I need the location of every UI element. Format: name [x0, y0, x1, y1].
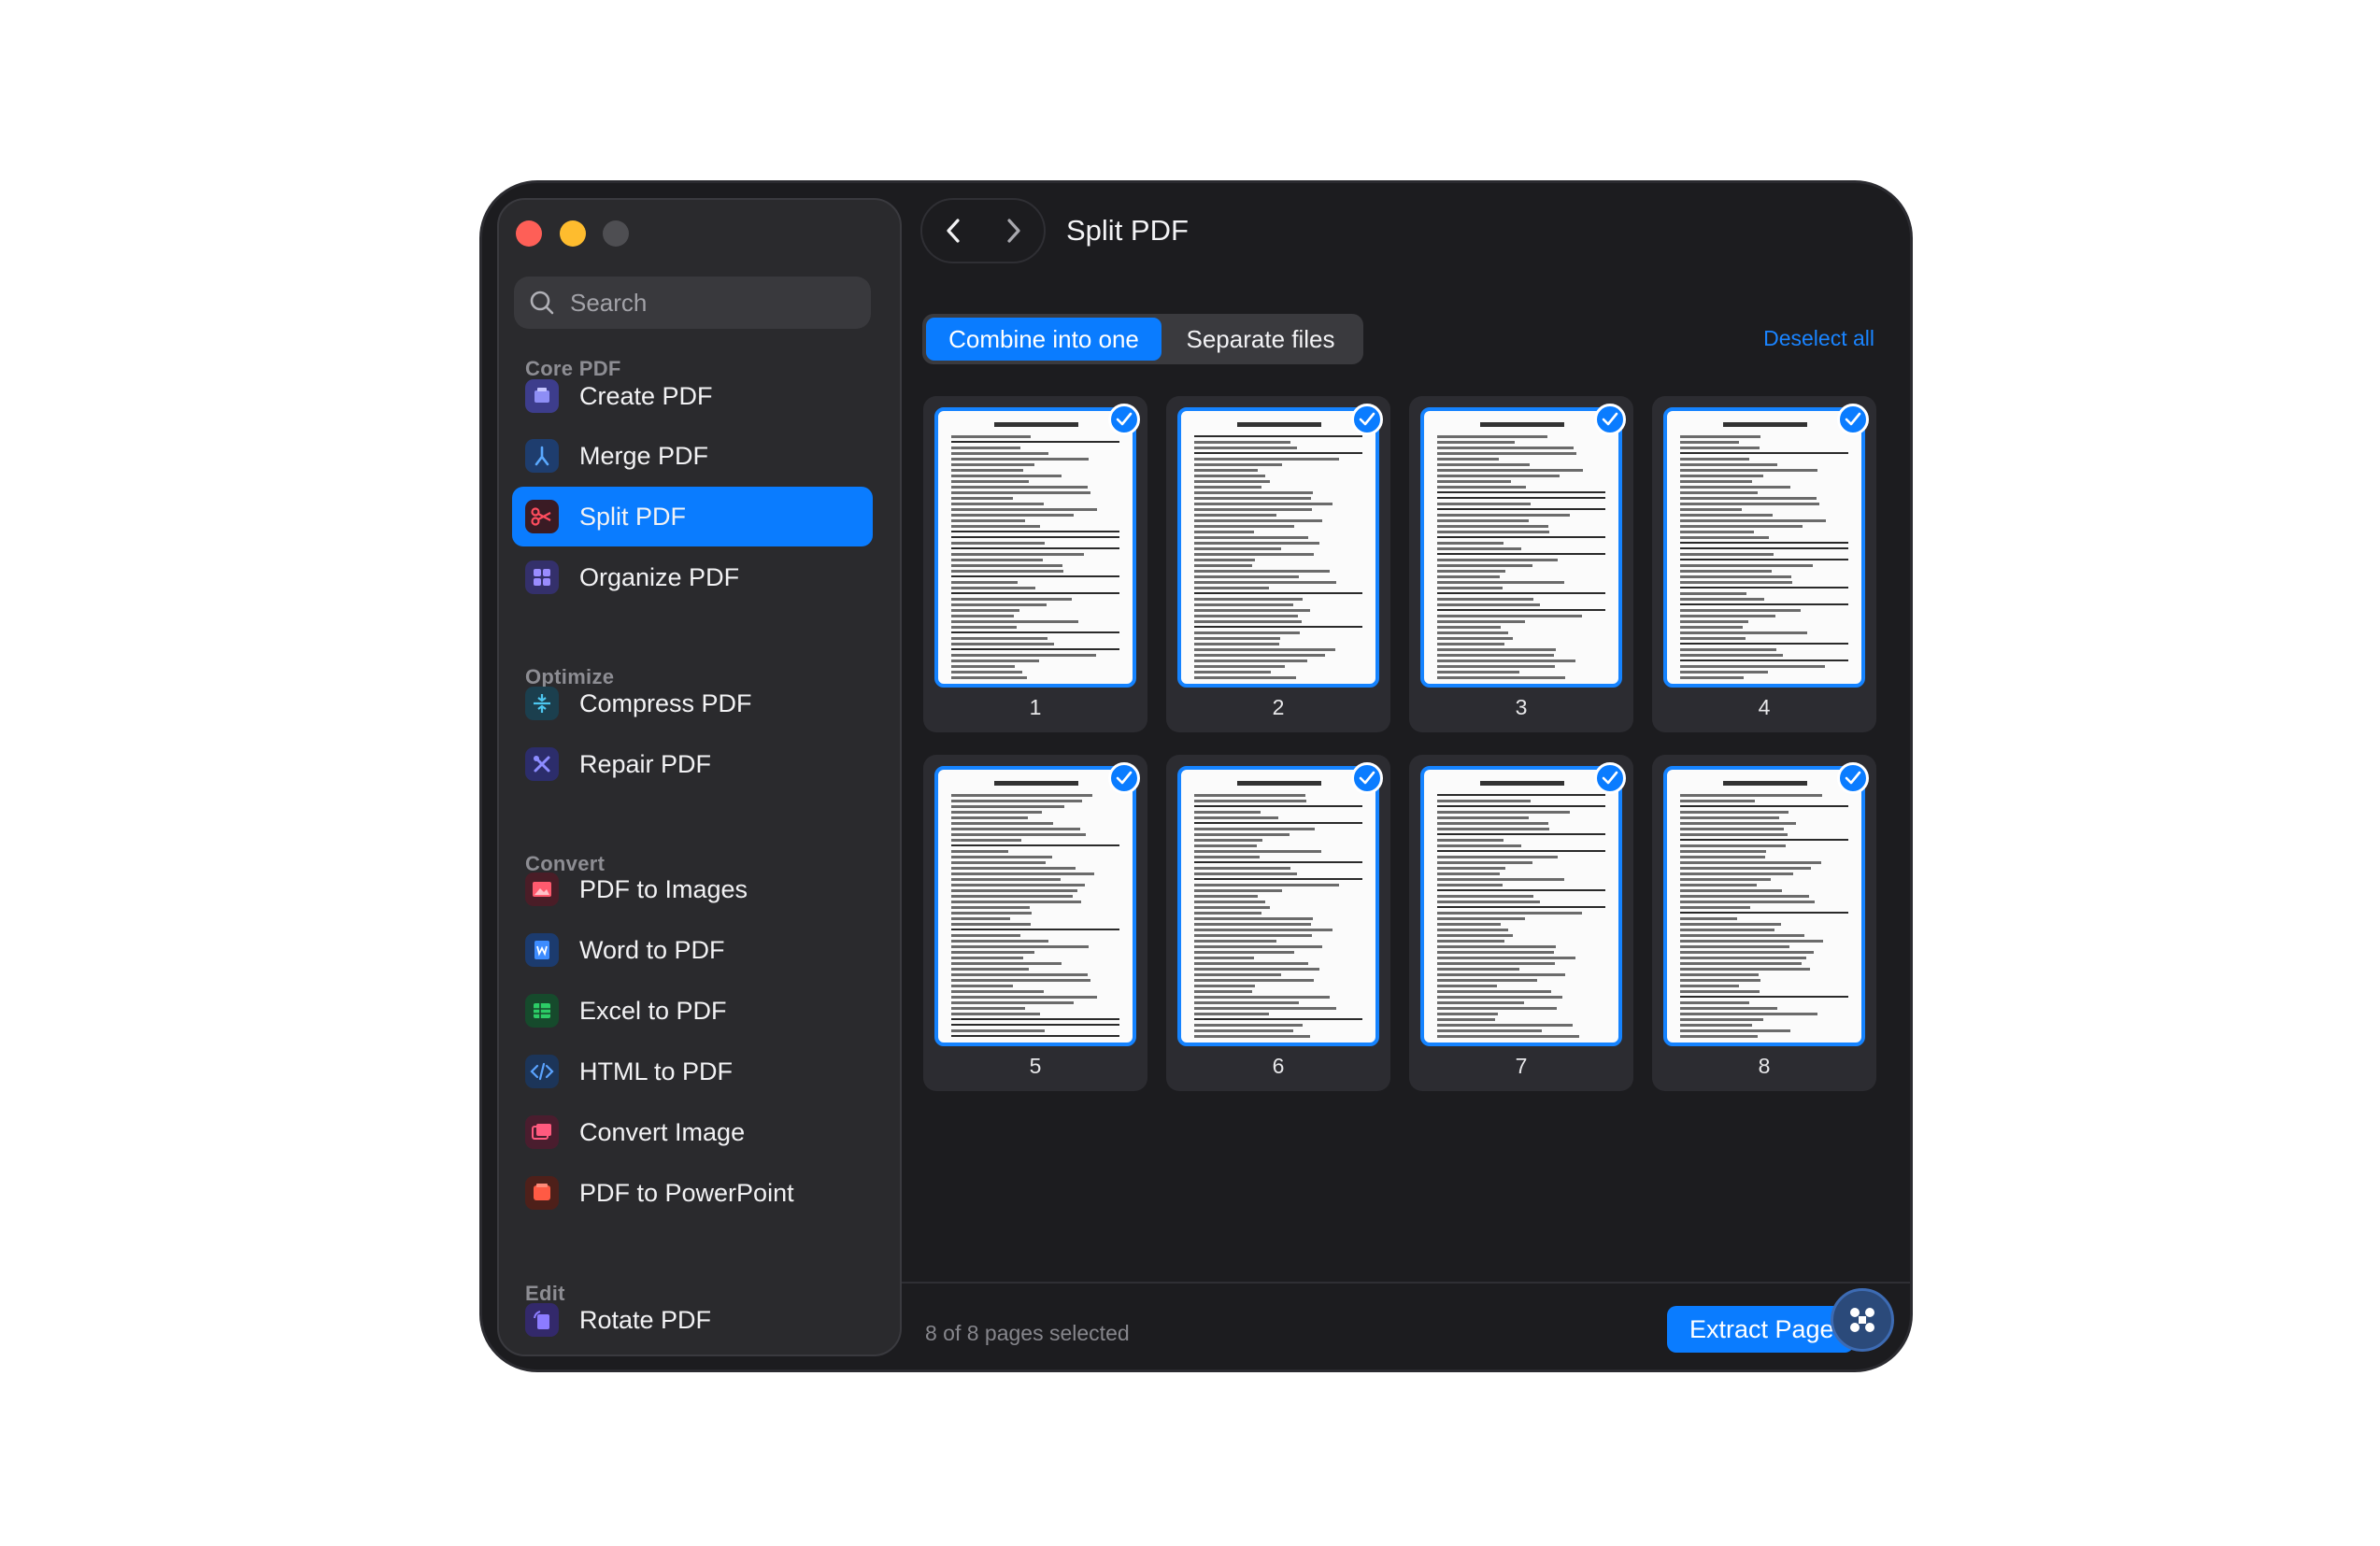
page-number: 2: [1272, 695, 1285, 719]
sidebar-item-label: Word to PDF: [579, 935, 725, 964]
create-pdf-icon: [525, 379, 559, 413]
page-thumbnail[interactable]: 5: [923, 755, 1147, 1091]
page-number: 8: [1758, 1054, 1771, 1078]
page-thumbnail[interactable]: 7: [1409, 755, 1633, 1091]
selected-checkmark-icon[interactable]: [1351, 762, 1383, 794]
page-preview: [1663, 407, 1865, 688]
sidebar: Search Core PDF Create PDF Merge PDF Spl…: [497, 198, 902, 1356]
sidebar-item-label: Organize PDF: [579, 562, 740, 591]
scissors-icon: [525, 500, 559, 533]
footer-divider: [902, 1282, 1910, 1284]
quick-actions-button[interactable]: [1831, 1288, 1894, 1352]
zoom-window-button[interactable]: [603, 220, 629, 247]
navigation-buttons: [920, 198, 1046, 263]
search-input[interactable]: Search: [514, 277, 871, 329]
sidebar-item-html-to-pdf[interactable]: HTML to PDF: [512, 1042, 873, 1101]
sidebar-item-label: Repair PDF: [579, 749, 712, 778]
search-icon: [530, 291, 554, 315]
extract-pages-button[interactable]: Extract Pages: [1667, 1306, 1854, 1353]
selected-checkmark-icon[interactable]: [1351, 404, 1383, 435]
page-number: 6: [1272, 1054, 1285, 1078]
page-number: 1: [1029, 695, 1042, 719]
page-thumbnail[interactable]: 4: [1652, 396, 1876, 732]
page-preview: [1420, 766, 1622, 1046]
convert-image-icon: [525, 1115, 559, 1149]
sidebar-item-organize-pdf[interactable]: Organize PDF: [512, 547, 873, 607]
page-preview: [1177, 407, 1379, 688]
sidebar-item-label: Excel to PDF: [579, 996, 727, 1025]
selected-checkmark-icon[interactable]: [1594, 404, 1626, 435]
code-icon: [525, 1055, 559, 1088]
sidebar-item-repair-pdf[interactable]: Repair PDF: [512, 734, 873, 794]
page-preview: [1663, 766, 1865, 1046]
selected-checkmark-icon[interactable]: [1108, 404, 1140, 435]
page-preview: [934, 766, 1136, 1046]
page-preview: [1177, 766, 1379, 1046]
sidebar-item-rotate-pdf[interactable]: Rotate PDF: [512, 1290, 873, 1350]
sidebar-item-create-pdf[interactable]: Create PDF: [512, 366, 873, 426]
quick-actions-icon: [1850, 1308, 1874, 1332]
sidebar-item-word-to-pdf[interactable]: Word to PDF: [512, 920, 873, 980]
selected-checkmark-icon[interactable]: [1594, 762, 1626, 794]
page-thumbnail[interactable]: 8: [1652, 755, 1876, 1091]
sidebar-item-label: Merge PDF: [579, 441, 709, 470]
page-thumbnail[interactable]: 6: [1166, 755, 1390, 1091]
sidebar-item-convert-image[interactable]: Convert Image: [512, 1102, 873, 1162]
powerpoint-icon: [525, 1176, 559, 1210]
page-number: 3: [1515, 695, 1528, 719]
sidebar-item-label: Split PDF: [579, 502, 687, 531]
image-icon: [525, 872, 559, 906]
selected-checkmark-icon[interactable]: [1108, 762, 1140, 794]
selected-checkmark-icon[interactable]: [1837, 762, 1869, 794]
grid-icon: [525, 560, 559, 594]
page-title: Split PDF: [1066, 214, 1189, 247]
page-thumbnail[interactable]: 1: [923, 396, 1147, 732]
word-icon: [525, 933, 559, 967]
sidebar-item-label: Rotate PDF: [579, 1305, 712, 1334]
page-number: 4: [1758, 695, 1771, 719]
compress-icon: [525, 687, 559, 720]
combine-into-one-option[interactable]: Combine into one: [926, 318, 1161, 361]
app-window: Search Core PDF Create PDF Merge PDF Spl…: [479, 180, 1913, 1372]
page-preview: [1420, 407, 1622, 688]
rotate-icon: [525, 1303, 559, 1337]
sidebar-item-pdf-to-powerpoint[interactable]: PDF to PowerPoint: [512, 1163, 873, 1223]
sidebar-item-label: Create PDF: [579, 381, 713, 410]
merge-icon: [525, 439, 559, 473]
sidebar-item-label: Convert Image: [579, 1117, 746, 1146]
sidebar-item-compress-pdf[interactable]: Compress PDF: [512, 674, 873, 733]
page-thumbnail[interactable]: 2: [1166, 396, 1390, 732]
search-placeholder: Search: [570, 288, 648, 317]
back-button[interactable]: [939, 215, 967, 247]
sidebar-item-label: PDF to PowerPoint: [579, 1178, 794, 1207]
tools-icon: [525, 747, 559, 781]
selected-checkmark-icon[interactable]: [1837, 404, 1869, 435]
sidebar-item-excel-to-pdf[interactable]: Excel to PDF: [512, 981, 873, 1041]
page-preview: [934, 407, 1136, 688]
sidebar-item-pdf-to-images[interactable]: PDF to Images: [512, 859, 873, 919]
separate-files-option[interactable]: Separate files: [1161, 318, 1360, 361]
close-window-button[interactable]: [516, 220, 542, 247]
page-number: 5: [1029, 1054, 1042, 1078]
minimize-window-button[interactable]: [560, 220, 586, 247]
sidebar-item-split-pdf[interactable]: Split PDF: [512, 487, 873, 546]
output-mode-segmented-control: Combine into one Separate files: [922, 314, 1363, 364]
sidebar-item-label: PDF to Images: [579, 874, 748, 903]
selection-status: 8 of 8 pages selected: [925, 1321, 1130, 1345]
page-number: 7: [1515, 1054, 1528, 1078]
page-thumbnail[interactable]: 3: [1409, 396, 1633, 732]
excel-icon: [525, 994, 559, 1028]
sidebar-item-label: HTML to PDF: [579, 1057, 734, 1085]
sidebar-item-label: Compress PDF: [579, 688, 752, 717]
forward-button[interactable]: [1000, 215, 1028, 247]
deselect-all-button[interactable]: Deselect all: [1763, 326, 1874, 351]
sidebar-item-merge-pdf[interactable]: Merge PDF: [512, 426, 873, 486]
